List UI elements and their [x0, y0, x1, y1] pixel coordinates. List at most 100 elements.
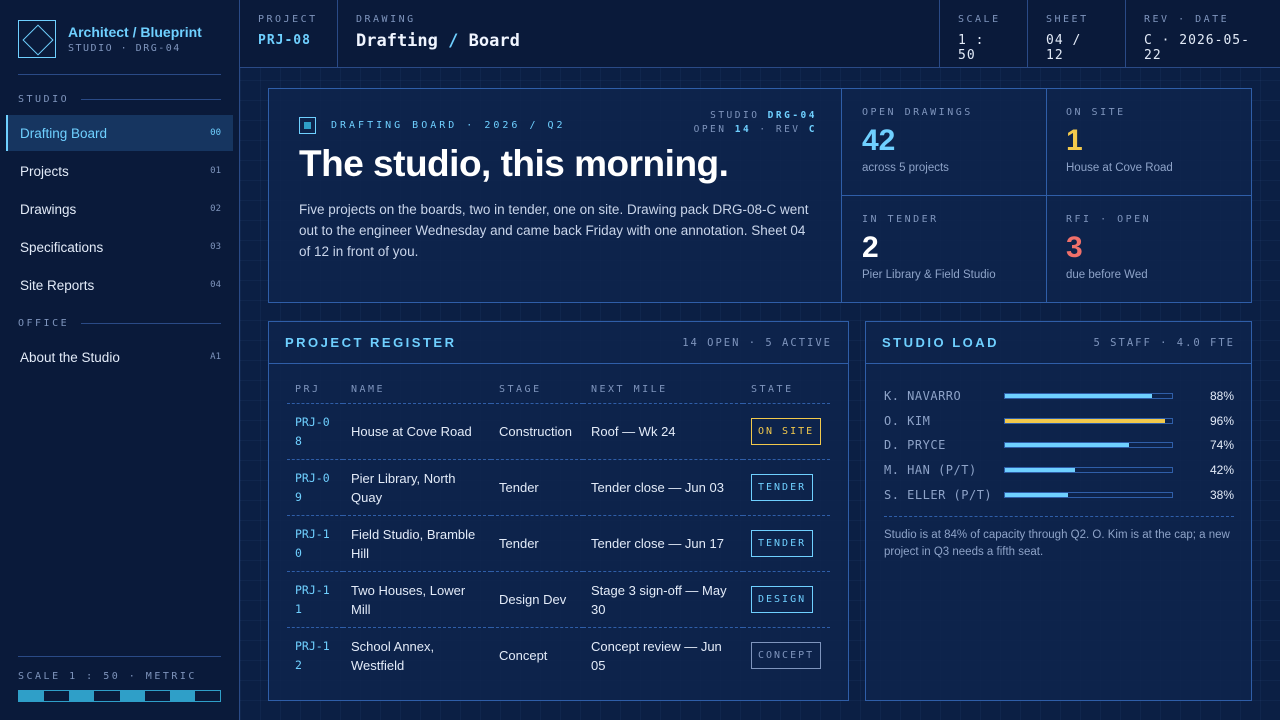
cell-stage: Design Dev: [491, 571, 583, 628]
sidebar-item-number: 01: [210, 166, 221, 176]
cell-next: Roof — Wk 24: [583, 403, 743, 460]
load-bar: [1004, 467, 1173, 474]
scale-bar: [18, 690, 221, 702]
square-marker-icon: [299, 117, 316, 134]
cell-next: Tender close — Jun 03: [583, 459, 743, 516]
sidebar-item-label: Projects: [20, 163, 69, 179]
cell-state: CONCEPT: [743, 628, 830, 684]
revision-label: REV · DATE: [1144, 14, 1230, 25]
table-header-row: PRJ NAME STAGE NEXT MILE STATE: [287, 382, 830, 404]
scale-cell: SCALE 1 : 50: [940, 0, 1028, 68]
sidebar-item-label: Drawings: [20, 201, 77, 217]
divider: [18, 74, 221, 75]
status-badge: TENDER: [751, 474, 814, 501]
load-percent: 74%: [1209, 438, 1234, 453]
project-value: PRJ-08: [258, 33, 311, 48]
load-list: K. NAVARRO 88% O. KIM 96% D. PRYCE 74% M. HAN …: [884, 384, 1234, 507]
cell-prj[interactable]: PRJ-09: [287, 459, 343, 516]
status-badge: CONCEPT: [751, 642, 822, 670]
load-percent: 42%: [1209, 463, 1234, 478]
staff-name: K. NAVARRO: [884, 389, 962, 404]
stat-rfi-open[interactable]: RFI · OPEN 3 due before Wed: [1046, 196, 1251, 303]
revision-value: C · 2026-05-22: [1144, 33, 1250, 63]
load-row: O. KIM 96%: [884, 409, 1234, 434]
sidebar-item-site-reports[interactable]: Site Reports 04: [6, 267, 233, 303]
cell-name: Two Houses, Lower Mill: [343, 571, 491, 628]
cell-name: School Annex, Westfield: [351, 638, 435, 673]
panel-title: STUDIO LOAD: [882, 335, 1000, 350]
cell-state: DESIGN: [743, 571, 830, 628]
sidebar-item-specifications[interactable]: Specifications 03: [6, 229, 233, 265]
status-badge: DESIGN: [751, 586, 814, 613]
brand-title: Architect / Blueprint: [68, 24, 202, 40]
sidebar-item-number: 00: [210, 128, 221, 138]
sidebar-item-drawings[interactable]: Drawings 02: [6, 191, 233, 227]
sheet-value: 04 / 12: [1046, 33, 1082, 63]
column-header-next[interactable]: NEXT MILE: [583, 382, 743, 404]
sidebar-item-number: A1: [210, 352, 221, 362]
cell-next: Concept review — Jun 05: [591, 638, 722, 673]
stat-open-drawings[interactable]: OPEN DRAWINGS 42 across 5 projects: [842, 89, 1047, 196]
hero-meta: STUDIO DRG-04 OPEN 14 · REV C: [693, 110, 817, 135]
column-header-prj[interactable]: PRJ: [287, 382, 343, 404]
drawing-label: DRAWING: [356, 14, 416, 25]
sidebar-item-drafting-board[interactable]: Drafting Board 00: [6, 115, 233, 151]
sheet-cell: SHEET 04 / 12: [1028, 0, 1126, 68]
load-bar: [1004, 491, 1173, 498]
table-row[interactable]: PRJ-08 House at Cove Road Construction Roof…: [287, 403, 830, 460]
stat-value: 1: [1066, 124, 1083, 157]
table-row[interactable]: PRJ-12 School Annex, Westfield Concept Conc…: [287, 628, 830, 684]
cell-prj[interactable]: PRJ-11: [287, 571, 343, 628]
drawing-cell: DRAWING Drafting / Board: [338, 0, 940, 68]
column-header-name[interactable]: NAME: [343, 382, 491, 404]
load-row: M. HAN (P/T) 42%: [884, 458, 1234, 483]
sidebar-item-label: Specifications: [20, 239, 104, 255]
panel-meta: 5 STAFF · 4.0 FTE: [1093, 336, 1235, 349]
sidebar: Architect / Blueprint STUDIO · DRG-04 ST…: [0, 0, 240, 720]
nav-section-office: OFFICE: [18, 318, 221, 329]
load-percent: 96%: [1209, 413, 1234, 428]
load-fill: [1005, 443, 1129, 448]
sidebar-item-projects[interactable]: Projects 01: [6, 153, 233, 189]
cell-stage: Tender: [491, 459, 583, 516]
sidebar-item-label: About the Studio: [20, 349, 120, 365]
brand[interactable]: Architect / Blueprint STUDIO · DRG-04: [18, 20, 202, 58]
sheet-label: SHEET: [1046, 14, 1089, 25]
stat-in-tender[interactable]: IN TENDER 2 Pier Library & Field Studio: [842, 196, 1047, 303]
table-row[interactable]: PRJ-10 Field Studio, Bramble Hill Tender Te…: [287, 515, 830, 572]
sidebar-item-number: 03: [210, 242, 221, 252]
staff-name: O. KIM: [884, 413, 931, 428]
hero-summary: DRAFTING BOARD · 2026 / Q2 STUDIO DRG-04…: [269, 89, 842, 302]
cell-stage: Concept: [499, 648, 548, 664]
load-row: S. ELLER (P/T) 38%: [884, 482, 1234, 507]
load-bar: [1004, 417, 1173, 424]
cell-prj[interactable]: PRJ-10: [287, 515, 343, 572]
load-fill: [1005, 394, 1152, 399]
stat-on-site[interactable]: ON SITE 1 House at Cove Road: [1046, 89, 1251, 196]
project-register-panel: PROJECT REGISTER 14 OPEN · 5 ACTIVE PRJ …: [268, 321, 849, 701]
staff-name: D. PRYCE: [884, 438, 946, 453]
cell-name: Pier Library, North Quay: [343, 459, 491, 516]
panel-header: PROJECT REGISTER 14 OPEN · 5 ACTIVE: [269, 322, 848, 364]
table-row[interactable]: PRJ-11 Two Houses, Lower Mill Design Dev St…: [287, 571, 830, 628]
sidebar-item-number: 02: [210, 204, 221, 214]
hero-description: Five projects on the boards, two in tend…: [299, 202, 809, 259]
stat-value: 42: [862, 124, 896, 157]
cell-prj[interactable]: PRJ-08: [287, 403, 343, 460]
column-header-state[interactable]: STATE: [743, 382, 830, 404]
stat-value: 3: [1066, 231, 1083, 264]
diamond-logo-icon: [18, 20, 56, 58]
sidebar-item-number: 04: [210, 280, 221, 290]
sidebar-item-label: Drafting Board: [20, 125, 108, 141]
divider: [18, 656, 221, 657]
cell-prj[interactable]: PRJ-12: [287, 628, 343, 684]
sidebar-item-about-the-studio[interactable]: About the Studio A1: [6, 339, 233, 375]
status-badge: TENDER: [751, 530, 814, 557]
cell-name: Field Studio, Bramble Hill: [343, 515, 491, 572]
panel-header: STUDIO LOAD 5 STAFF · 4.0 FTE: [866, 322, 1251, 364]
scale-value: 1 : 50: [958, 33, 985, 63]
column-header-stage[interactable]: STAGE: [491, 382, 583, 404]
stat-value: 2: [862, 231, 879, 264]
cell-name: House at Cove Road: [343, 403, 491, 460]
table-row[interactable]: PRJ-09 Pier Library, North Quay Tender Tend…: [287, 459, 830, 516]
